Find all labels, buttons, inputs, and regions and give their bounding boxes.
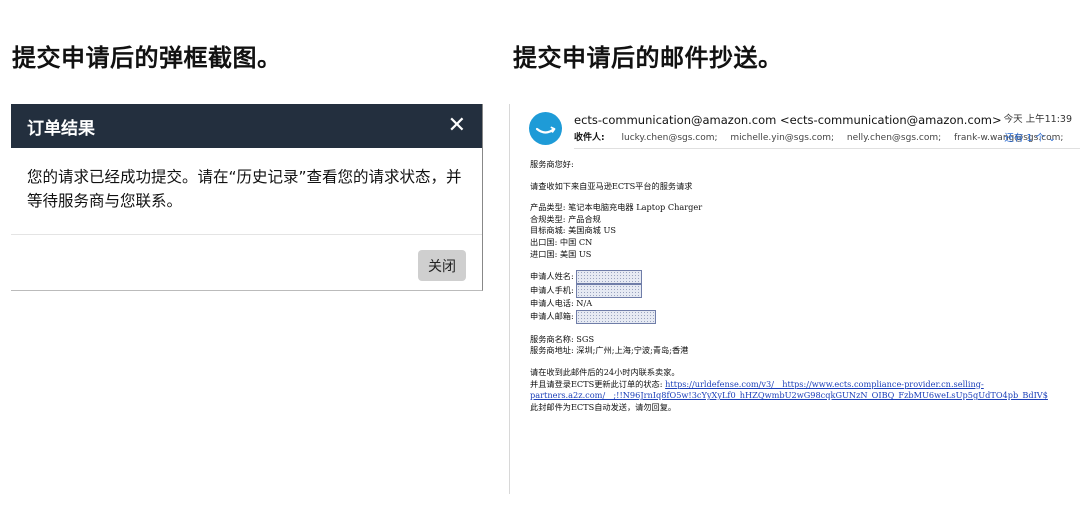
dialog-header: 订单结果 ✕ [11, 104, 482, 148]
greeting: 服务商您好: [530, 159, 574, 169]
auto-note: 此封邮件为ECTS自动发送，请勿回复。 [530, 401, 677, 412]
email-view: ects-communication@amazon.com <ects-comm… [510, 104, 1080, 494]
applicant-mobile-row: 申请人手机: [530, 284, 1075, 299]
applicant-name-label: 申请人姓名: [530, 271, 574, 282]
amazon-smile-icon [529, 112, 562, 145]
more-recipients-link[interactable]: 还有 1 个 ⌄ [1004, 130, 1056, 144]
target-market: 目标商城: 美国商城 US [530, 225, 616, 236]
applicant-phone: 申请人电话: N/A [530, 298, 593, 309]
redacted-box [575, 309, 656, 324]
login-note: 并且请登录ECTS更新此订单的状态: [530, 378, 663, 389]
intro-text: 请查收如下来自亚马逊ECTS平台的服务请求 [530, 180, 693, 191]
compliance-type: 合规类型: 产品合规 [530, 213, 601, 224]
applicant-mobile-label: 申请人手机: [530, 285, 574, 296]
applicant-email-row: 申请人邮箱: [530, 309, 1075, 324]
dialog-message-line-2: 等待服务商与您联系。 [27, 192, 183, 210]
header-divider [574, 148, 1080, 149]
dialog-message-line-1: 您的请求已经成功提交。请在“历史记录”查看您的请求状态，并 [27, 168, 462, 186]
email-time: 今天 上午11:39 [1003, 114, 1072, 125]
recipient[interactable]: michelle.yin@sgs.com; [730, 133, 834, 143]
ects-link[interactable]: https://urldefense.com/v3/__https://www.… [665, 379, 984, 389]
provider-name: 服务商名称: SGS [530, 333, 595, 344]
email-recipients: 收件人: lucky.chen@sgs.com; michelle.yin@sg… [574, 130, 1073, 143]
redacted-box [575, 284, 642, 299]
close-button[interactable]: 关闭 [418, 250, 466, 281]
provider-address: 服务商地址: 深圳;广州;上海;宁波;青岛;香港 [530, 345, 689, 356]
redacted-box [575, 270, 642, 285]
ects-link-continued[interactable]: partners.a2z.com/__;!!N96JrnIq8fO5w!3cYy… [530, 390, 1048, 400]
dialog-message: 您的请求已经成功提交。请在“历史记录”查看您的请求状态，并 等待服务商与您联系。 [11, 148, 482, 235]
login-row: 并且请登录ECTS更新此订单的状态: https://urldefense.co… [530, 379, 1075, 391]
recipient[interactable]: lucky.chen@sgs.com; [621, 133, 717, 143]
dialog-title: 订单结果 [27, 118, 95, 139]
applicant-email-label: 申请人邮箱: [530, 310, 574, 321]
export-country: 出口国: 中国 CN [530, 236, 593, 247]
caption-dialog-screenshot: 提交申请后的弹框截图。 [12, 44, 282, 72]
link-row: partners.a2z.com/__;!!N96JrnIq8fO5w!3cYy… [530, 390, 1075, 402]
close-icon[interactable]: ✕ [448, 115, 466, 137]
dialog-footer: 关闭 [11, 235, 482, 295]
email-sender: ects-communication@amazon.com <ects-comm… [574, 113, 1002, 127]
email-body: 服务商您好: 请查收如下来自亚马逊ECTS平台的服务请求 产品类型: 笔记本电脑… [530, 159, 1075, 413]
product-type: 产品类型: 笔记本电脑充电器 Laptop Charger [530, 202, 703, 213]
recipients-label: 收件人: [574, 133, 605, 143]
caption-email-copy: 提交申请后的邮件抄送。 [513, 44, 783, 72]
recipient[interactable]: nelly.chen@sgs.com; [847, 133, 941, 143]
order-result-dialog: 订单结果 ✕ 您的请求已经成功提交。请在“历史记录”查看您的请求状态，并 等待服… [11, 104, 483, 291]
applicant-name-row: 申请人姓名: [530, 270, 1075, 285]
contact-note: 请在收到此邮件后的24小时内联系卖家。 [530, 366, 680, 377]
import-country: 进口国: 美国 US [530, 248, 592, 259]
